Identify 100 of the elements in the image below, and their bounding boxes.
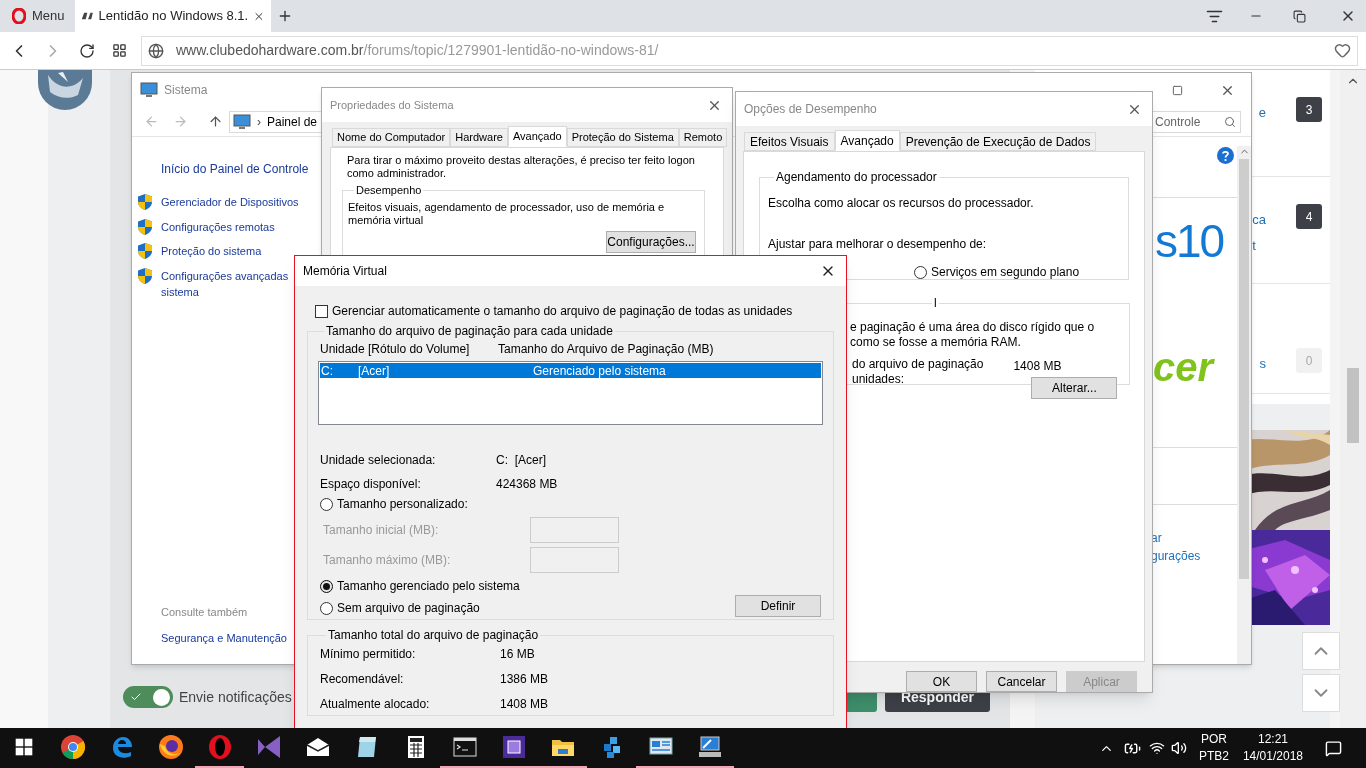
breadcrumb-separator: › bbox=[257, 113, 261, 131]
opera-icon bbox=[206, 734, 233, 760]
check-icon bbox=[130, 691, 142, 703]
chrome-icon bbox=[59, 734, 86, 760]
dialog-tab[interactable]: Proteção do Sistema bbox=[566, 128, 679, 147]
field-label: Tamanho máximo (MB): bbox=[323, 552, 452, 569]
total-value: 1408 MB bbox=[1013, 358, 1063, 375]
field-label: Tamanho inicial (MB): bbox=[323, 522, 440, 539]
site-favicon bbox=[81, 11, 94, 21]
radio-option[interactable]: Tamanho personalizado: bbox=[320, 495, 468, 513]
browser-tab[interactable]: Lentidão no Windows 8.1. bbox=[75, 0, 271, 32]
topic-link[interactable]: s bbox=[1259, 354, 1266, 374]
dialog-tab[interactable]: Avançado bbox=[507, 126, 567, 147]
group-title: l bbox=[933, 295, 938, 312]
total-label: do arquivo de paginação bbox=[852, 357, 984, 372]
drive-list[interactable]: C: [Acer] Gerenciado pelo sistema bbox=[318, 361, 823, 425]
checkbox-option[interactable]: Gerenciar automaticamente o tamanho do arquivo de paginação de todas as unidades bbox=[315, 302, 846, 320]
scrollbar[interactable] bbox=[1237, 146, 1251, 664]
help-icon[interactable] bbox=[1217, 147, 1234, 164]
dialog-tab[interactable]: Remoto bbox=[678, 128, 728, 147]
monitor-icon bbox=[696, 734, 723, 760]
settings-button[interactable]: Configurações... bbox=[606, 230, 696, 253]
wifi-icon[interactable] bbox=[1148, 740, 1165, 756]
computer-icon bbox=[140, 82, 158, 98]
group-title: Agendamento do processador bbox=[775, 169, 938, 186]
shield-icon bbox=[138, 218, 152, 235]
radio-option[interactable]: Sem arquivo de paginação bbox=[320, 599, 480, 617]
info-label: Unidade selecionada: bbox=[319, 452, 437, 469]
scrollbar-thumb[interactable] bbox=[1239, 159, 1249, 579]
radio-option[interactable]: Serviços em segundo plano bbox=[914, 263, 1120, 281]
window-title: Memória Virtual bbox=[303, 263, 387, 280]
heart-icon[interactable] bbox=[1334, 42, 1351, 59]
total-label: Atualmente alocado: bbox=[320, 696, 431, 713]
window-title: Propriedades do Sistema bbox=[330, 97, 454, 113]
dialog-tab[interactable]: Efeitos Visuais bbox=[744, 132, 835, 151]
total-label: unidades: bbox=[852, 372, 906, 387]
dialog-button[interactable]: Cancelar bbox=[986, 671, 1057, 692]
toggle-switch[interactable] bbox=[123, 686, 173, 708]
total-value: 1386 MB bbox=[500, 671, 549, 688]
windows-logo-icon bbox=[15, 738, 33, 756]
dialog-button[interactable]: OK bbox=[906, 671, 977, 692]
dialog-tab[interactable]: Nome do Computador bbox=[332, 128, 451, 147]
logo-text: s10 bbox=[1155, 215, 1224, 267]
set-button[interactable]: Definir bbox=[735, 595, 821, 617]
new-tab-icon[interactable] bbox=[277, 8, 293, 24]
chip-icon bbox=[500, 734, 527, 760]
column-header: Unidade [Rótulo do Volume] bbox=[319, 341, 471, 358]
radio-option[interactable]: Tamanho gerenciado pelo sistema bbox=[320, 577, 520, 595]
group-title: Tamanho total do arquivo de paginação bbox=[327, 627, 540, 644]
keyboard-layout[interactable]: PTB2 bbox=[1198, 748, 1229, 765]
volume-icon[interactable] bbox=[1170, 740, 1187, 756]
total-value: 16 MB bbox=[500, 646, 535, 663]
see-also-link[interactable]: Segurança e Manutenção bbox=[161, 629, 287, 646]
restore-icon[interactable] bbox=[1293, 9, 1306, 23]
settings-link[interactable]: Proteção do sistema bbox=[161, 243, 262, 260]
terminal-icon bbox=[451, 734, 478, 760]
control-panel-home-link[interactable]: Início do Painel de Controle bbox=[161, 160, 309, 178]
language-indicator[interactable]: POR bbox=[1200, 731, 1227, 748]
speed-dial-icon[interactable] bbox=[112, 43, 127, 58]
topic-link[interactable]: e bbox=[1258, 103, 1266, 123]
dialog-tab[interactable]: Hardware bbox=[450, 128, 508, 147]
settings-link[interactable]: Gerenciador de Dispositivos bbox=[161, 194, 299, 211]
settings-link[interactable]: Configurações avançadas sistema bbox=[161, 267, 289, 301]
total-label: Recomendável: bbox=[320, 671, 405, 688]
clock-time[interactable]: 12:21 bbox=[1257, 731, 1288, 748]
drive-row[interactable]: C: [Acer] Gerenciado pelo sistema bbox=[320, 363, 821, 378]
group-description: Efeitos visuais, agendamento de processador, uso de memória e memória virtual bbox=[348, 200, 666, 227]
reload-icon[interactable] bbox=[79, 42, 95, 59]
brand-logo-text: cer bbox=[1153, 345, 1214, 389]
menu-button[interactable]: Menu bbox=[0, 0, 75, 32]
notifications-icon[interactable] bbox=[1325, 739, 1342, 757]
reply-count-badge: 4 bbox=[1296, 204, 1322, 229]
topic-link[interactable]: t bbox=[1252, 235, 1266, 255]
window-title: Sistema bbox=[164, 82, 208, 99]
maximize-icon[interactable] bbox=[1172, 84, 1183, 96]
info-label: Espaço disponível: bbox=[319, 476, 422, 493]
dialog-tab[interactable]: Avançado bbox=[834, 130, 900, 151]
change-button[interactable]: Alterar... bbox=[1031, 377, 1118, 399]
topic-link[interactable]: ca bbox=[1252, 210, 1266, 230]
info-value: C: [Acer] bbox=[496, 452, 546, 469]
clock-date[interactable]: 14/01/2018 bbox=[1242, 748, 1303, 765]
scrollbar-thumb[interactable] bbox=[1347, 368, 1359, 443]
group-description: como se fosse a memória RAM. bbox=[850, 335, 1022, 350]
reply-count-badge: 3 bbox=[1296, 97, 1322, 122]
globe-icon bbox=[148, 42, 164, 59]
opera-logo-icon bbox=[12, 8, 26, 24]
group-description: Escolha como alocar os recursos do processador. bbox=[768, 195, 1035, 212]
scrollbar[interactable] bbox=[1340, 70, 1366, 728]
shield-icon bbox=[138, 243, 152, 259]
admin-notice: Para tirar o máximo proveito destas alterações, é preciso ter feito logon como administrador. bbox=[347, 154, 696, 180]
search-icon[interactable] bbox=[1224, 115, 1236, 128]
group-description: e paginação é uma área do disco rígido que o bbox=[850, 320, 1096, 335]
info-value: 424368 MB bbox=[496, 476, 558, 493]
column-header: Tamanho do Arquivo de Paginação (MB) bbox=[498, 341, 714, 358]
dialog-tab[interactable]: Prevenção de Execução de Dados bbox=[899, 132, 1097, 151]
task-link[interactable]: gurações bbox=[1151, 547, 1237, 565]
settings-link[interactable]: Configurações remotas bbox=[161, 218, 275, 235]
url-field[interactable]: www.clubedohardware.com.br/forums/topic/1279901-lentidão-no-windows-81/ bbox=[141, 35, 1358, 66]
up-icon[interactable] bbox=[208, 114, 223, 129]
firefox-icon bbox=[157, 734, 184, 760]
